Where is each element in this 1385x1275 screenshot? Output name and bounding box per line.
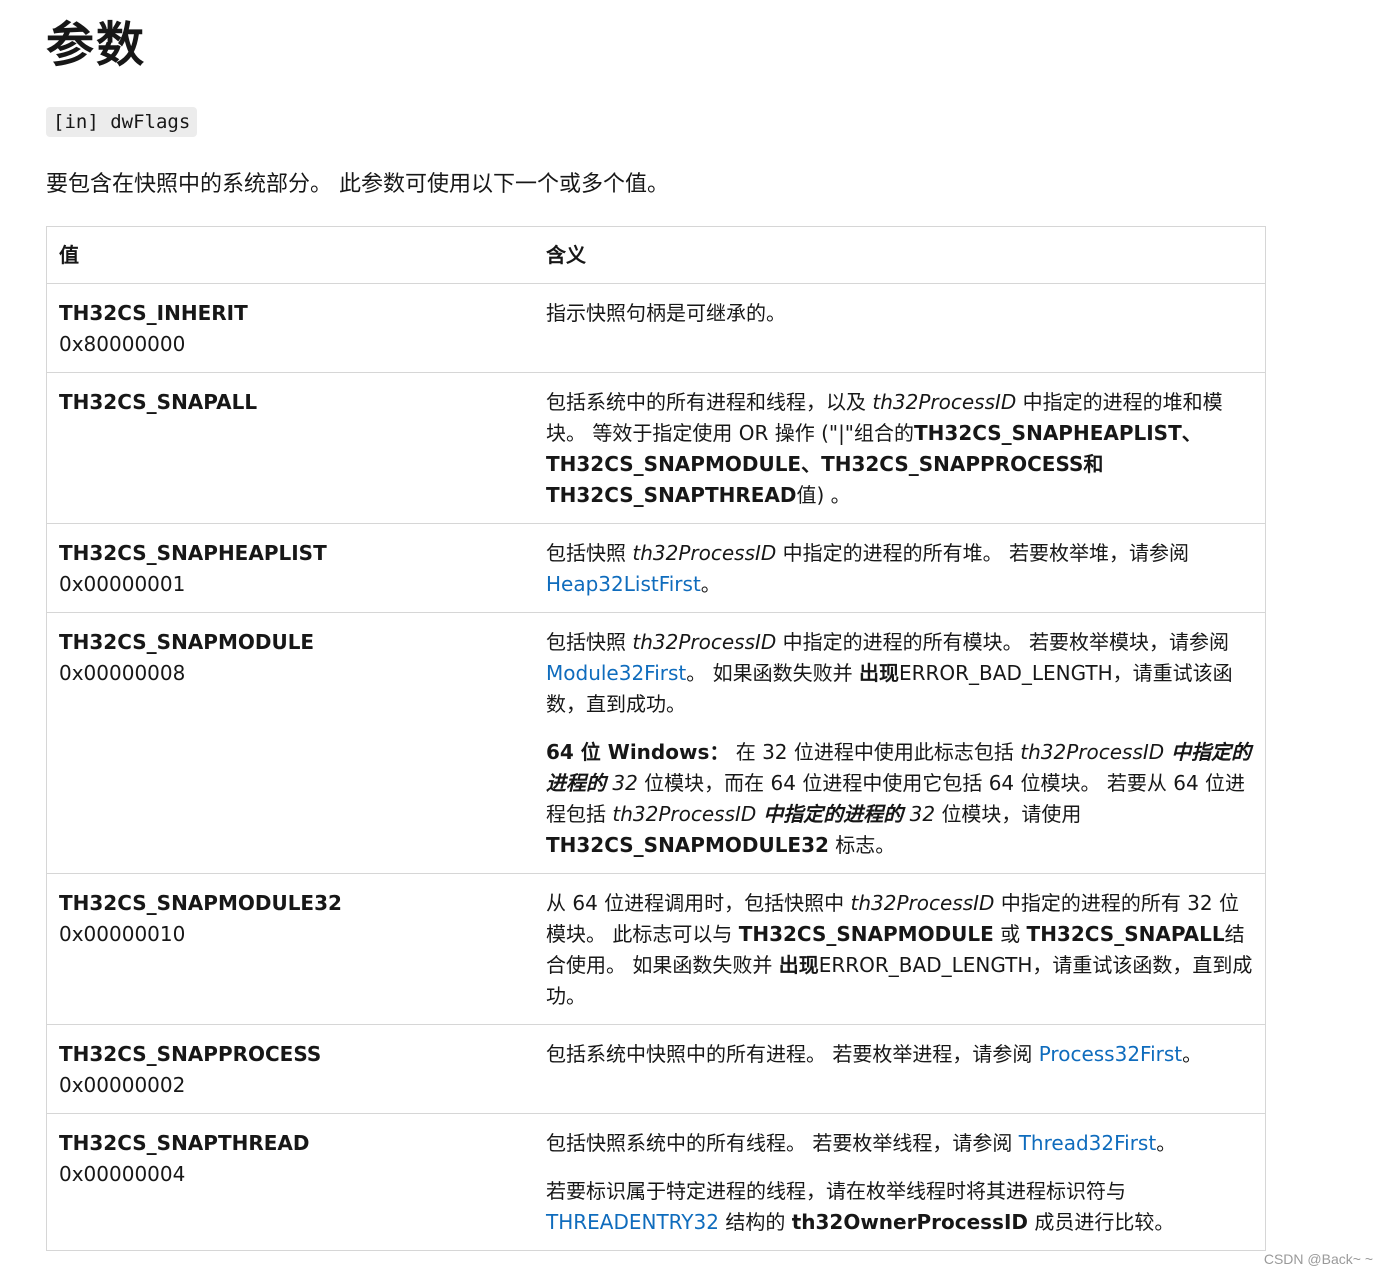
flag-name: TH32CS_SNAPPROCESS xyxy=(59,1042,322,1066)
flag-hex: 0x00000010 xyxy=(59,922,186,946)
value-cell: TH32CS_SNAPMODULE32 0x00000010 xyxy=(46,873,534,1025)
flag-name: TH32CS_SNAPALL xyxy=(59,390,258,414)
flag-hex: 0x00000002 xyxy=(59,1073,186,1097)
meaning-text: 指示快照句柄是可继承的。 xyxy=(546,301,786,325)
value-cell: TH32CS_SNAPPROCESS 0x00000002 xyxy=(46,1024,534,1114)
meaning-note: 若要标识属于特定进程的线程，请在枚举线程时将其进程标识符与 THREADENTR… xyxy=(546,1179,1175,1234)
meaning-text: 包括快照 th32ProcessID 中指定的进程的所有模块。 若要枚举模块，请… xyxy=(546,630,1233,716)
meaning-text: 包括快照系统中的所有线程。 若要枚举线程，请参阅 Thread32First。 xyxy=(546,1131,1177,1155)
table-row: TH32CS_SNAPTHREAD 0x00000004 包括快照系统中的所有线… xyxy=(46,1113,1266,1251)
meaning-cell: 包括快照系统中的所有线程。 若要枚举线程，请参阅 Thread32First。 … xyxy=(534,1113,1266,1251)
process32first-link[interactable]: Process32First xyxy=(1039,1042,1182,1066)
table-row: TH32CS_SNAPMODULE32 0x00000010 从 64 位进程调… xyxy=(46,873,1266,1025)
param-code: [in] dwFlags xyxy=(46,107,198,137)
flag-hex: 0x80000000 xyxy=(59,332,186,356)
meaning-text: 包括系统中的所有进程和线程，以及 th32ProcessID 中指定的进程的堆和… xyxy=(546,390,1223,507)
table-row: TH32CS_SNAPMODULE 0x00000008 包括快照 th32Pr… xyxy=(46,612,1266,874)
meaning-note: 64 位 Windows： 在 32 位进程中使用此标志包括 th32Proce… xyxy=(546,740,1252,857)
flag-name: TH32CS_SNAPMODULE32 xyxy=(59,891,342,915)
meaning-cell: 包括系统中的所有进程和线程，以及 th32ProcessID 中指定的进程的堆和… xyxy=(534,372,1266,524)
value-cell: TH32CS_SNAPTHREAD 0x00000004 xyxy=(46,1113,534,1251)
flags-table: 值 含义 TH32CS_INHERIT 0x80000000 指示快照句柄是可继… xyxy=(46,226,1266,1251)
heap32listfirst-link[interactable]: Heap32ListFirst xyxy=(546,572,701,596)
meaning-cell: 包括快照 th32ProcessID 中指定的进程的所有堆。 若要枚举堆，请参阅… xyxy=(534,523,1266,613)
meaning-cell: 指示快照句柄是可继承的。 xyxy=(534,283,1266,373)
module32first-link[interactable]: Module32First xyxy=(546,661,686,685)
flag-name: TH32CS_SNAPHEAPLIST xyxy=(59,541,327,565)
flag-name: TH32CS_SNAPTHREAD xyxy=(59,1131,310,1155)
param-description: 要包含在快照中的系统部分。 此参数可使用以下一个或多个值。 xyxy=(46,172,669,197)
meaning-text: 包括系统中快照中的所有进程。 若要枚举进程，请参阅 Process32First… xyxy=(546,1042,1203,1066)
table-header-row: 值 含义 xyxy=(46,226,1266,284)
thread32first-link[interactable]: Thread32First xyxy=(1019,1131,1156,1155)
value-cell: TH32CS_SNAPHEAPLIST 0x00000001 xyxy=(46,523,534,613)
flag-name: TH32CS_SNAPMODULE xyxy=(59,630,315,654)
flag-name: TH32CS_INHERIT xyxy=(59,301,248,325)
value-cell: TH32CS_SNAPMODULE 0x00000008 xyxy=(46,612,534,874)
page-title: 参数 xyxy=(46,17,147,73)
flag-hex: 0x00000001 xyxy=(59,572,186,596)
col-header-value: 值 xyxy=(46,226,534,284)
value-cell: TH32CS_INHERIT 0x80000000 xyxy=(46,283,534,373)
meaning-cell: 包括快照 th32ProcessID 中指定的进程的所有模块。 若要枚举模块，请… xyxy=(534,612,1266,874)
flag-hex: 0x00000004 xyxy=(59,1162,186,1186)
meaning-text: 从 64 位进程调用时，包括快照中 th32ProcessID 中指定的进程的所… xyxy=(546,891,1253,1008)
table-row: TH32CS_SNAPHEAPLIST 0x00000001 包括快照 th32… xyxy=(46,523,1266,613)
table-row: TH32CS_INHERIT 0x80000000 指示快照句柄是可继承的。 xyxy=(46,283,1266,373)
meaning-text: 包括快照 th32ProcessID 中指定的进程的所有堆。 若要枚举堆，请参阅… xyxy=(546,541,1190,596)
threadentry32-link[interactable]: THREADENTRY32 xyxy=(546,1210,719,1234)
col-header-meaning: 含义 xyxy=(534,226,1266,284)
table-row: TH32CS_SNAPPROCESS 0x00000002 包括系统中快照中的所… xyxy=(46,1024,1266,1114)
watermark: CSDN @Back~ ~ xyxy=(1263,1251,1373,1267)
meaning-cell: 包括系统中快照中的所有进程。 若要枚举进程，请参阅 Process32First… xyxy=(534,1024,1266,1114)
meaning-cell: 从 64 位进程调用时，包括快照中 th32ProcessID 中指定的进程的所… xyxy=(534,873,1266,1025)
value-cell: TH32CS_SNAPALL xyxy=(46,372,534,524)
table-row: TH32CS_SNAPALL 包括系统中的所有进程和线程，以及 th32Proc… xyxy=(46,372,1266,524)
flag-hex: 0x00000008 xyxy=(59,661,186,685)
